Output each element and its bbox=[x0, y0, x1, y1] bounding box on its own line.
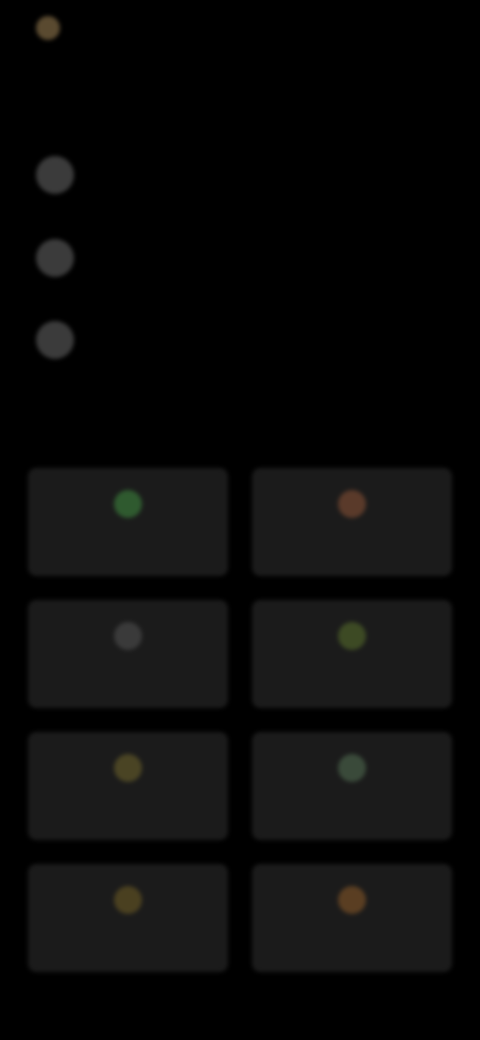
category-card[interactable] bbox=[252, 600, 452, 708]
circle-icon bbox=[36, 321, 74, 359]
circle-icon bbox=[36, 156, 74, 194]
list-item[interactable] bbox=[36, 236, 108, 280]
screen bbox=[0, 0, 480, 1040]
category-card[interactable] bbox=[28, 864, 228, 972]
flame-icon bbox=[338, 490, 366, 518]
category-card[interactable] bbox=[28, 732, 228, 840]
moon-icon bbox=[114, 622, 142, 650]
circle-icon bbox=[36, 239, 74, 277]
drop-icon bbox=[338, 754, 366, 782]
category-card[interactable] bbox=[252, 864, 452, 972]
category-card[interactable] bbox=[252, 732, 452, 840]
leaf-icon bbox=[114, 490, 142, 518]
category-card[interactable] bbox=[252, 468, 452, 576]
category-grid bbox=[28, 468, 452, 972]
app-logo-icon bbox=[36, 16, 60, 40]
list-item[interactable] bbox=[36, 153, 108, 197]
list-item[interactable] bbox=[36, 318, 108, 362]
category-card[interactable] bbox=[28, 600, 228, 708]
sun-icon bbox=[338, 886, 366, 914]
sprout-icon bbox=[338, 622, 366, 650]
bell-icon bbox=[114, 886, 142, 914]
star-icon bbox=[114, 754, 142, 782]
category-card[interactable] bbox=[28, 468, 228, 576]
